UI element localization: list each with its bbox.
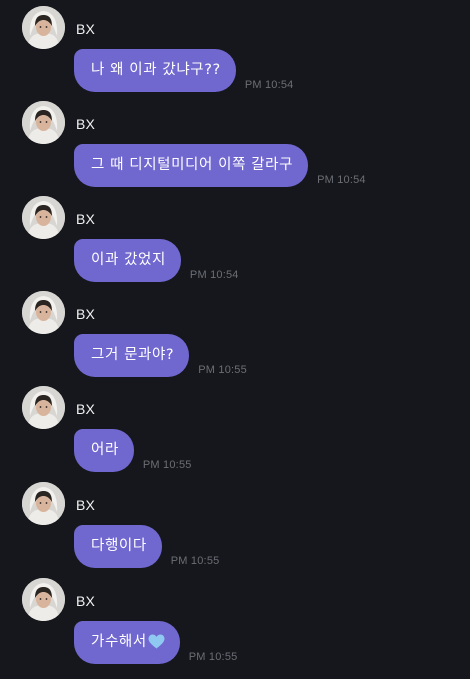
message-row: 그거 문과야? PM 10:55: [74, 334, 247, 377]
message-bubble[interactable]: 이과 갔었지: [74, 239, 181, 282]
message-timestamp: PM 10:55: [198, 364, 247, 376]
chat-thread[interactable]: BX 나 왜 이과 갔냐구?? PM 10:54 BX 그 때 디지털미디어 이…: [0, 0, 470, 679]
sender-name: BX: [76, 401, 96, 417]
sender-name: BX: [76, 306, 96, 322]
message-timestamp: PM 10:55: [142, 459, 192, 471]
chat-message: BX 그 때 디지털미디어 이쪽 갈라구 PM 10:54: [0, 101, 470, 197]
message-row: 다행이다 PM 10:55: [74, 525, 219, 568]
profile-photo-icon: [22, 482, 65, 525]
sender-avatar[interactable]: [22, 101, 65, 144]
sender-avatar[interactable]: [22, 291, 65, 334]
chat-message: BX 어라 PM 10:55: [0, 386, 470, 482]
message-row: 이과 갔었지 PM 10:54: [74, 239, 239, 282]
profile-photo-icon: [22, 101, 65, 144]
chat-message: BX 나 왜 이과 갔냐구?? PM 10:54: [0, 6, 470, 102]
message-timestamp: PM 10:54: [189, 269, 239, 281]
sender-avatar[interactable]: [22, 386, 65, 429]
sender-avatar[interactable]: [22, 196, 65, 239]
profile-photo-icon: [22, 578, 65, 621]
chat-message: BX 이과 갔었지 PM 10:54: [0, 196, 470, 292]
profile-photo-icon: [22, 291, 65, 334]
sender-avatar[interactable]: [22, 578, 65, 621]
message-bubble[interactable]: 나 왜 이과 갔냐구??: [74, 49, 236, 92]
sender-name: BX: [76, 593, 96, 609]
message-bubble[interactable]: 그 때 디지털미디어 이쪽 갈라구: [74, 144, 309, 187]
message-bubble[interactable]: 어라: [74, 429, 134, 472]
sender-name: BX: [76, 116, 96, 132]
message-row: 가수해서 PM 10:55: [74, 621, 237, 664]
message-timestamp: PM 10:54: [317, 174, 366, 186]
message-row: 어라 PM 10:55: [74, 429, 192, 472]
message-bubble[interactable]: 가수해서: [74, 621, 180, 664]
message-row: 그 때 디지털미디어 이쪽 갈라구 PM 10:54: [74, 144, 366, 187]
sender-avatar[interactable]: [22, 482, 65, 525]
profile-photo-icon: [22, 6, 65, 49]
message-row: 나 왜 이과 갔냐구?? PM 10:54: [74, 49, 294, 92]
sender-name: BX: [76, 21, 96, 37]
profile-photo-icon: [22, 196, 65, 239]
message-text: 가수해서: [91, 634, 147, 650]
message-timestamp: PM 10:55: [170, 555, 220, 567]
chat-message: BX 가수해서 PM 10:55: [0, 578, 470, 674]
message-timestamp: PM 10:55: [188, 651, 238, 663]
sender-name: BX: [76, 211, 96, 227]
blue-heart-icon: [148, 634, 165, 649]
message-timestamp: PM 10:54: [244, 79, 294, 91]
sender-avatar[interactable]: [22, 6, 65, 49]
sender-name: BX: [76, 497, 96, 513]
message-bubble[interactable]: 다행이다: [74, 525, 162, 568]
profile-photo-icon: [22, 386, 65, 429]
chat-message: BX 다행이다 PM 10:55: [0, 482, 470, 578]
message-bubble[interactable]: 그거 문과야?: [74, 334, 190, 377]
chat-message: BX 그거 문과야? PM 10:55: [0, 291, 470, 387]
